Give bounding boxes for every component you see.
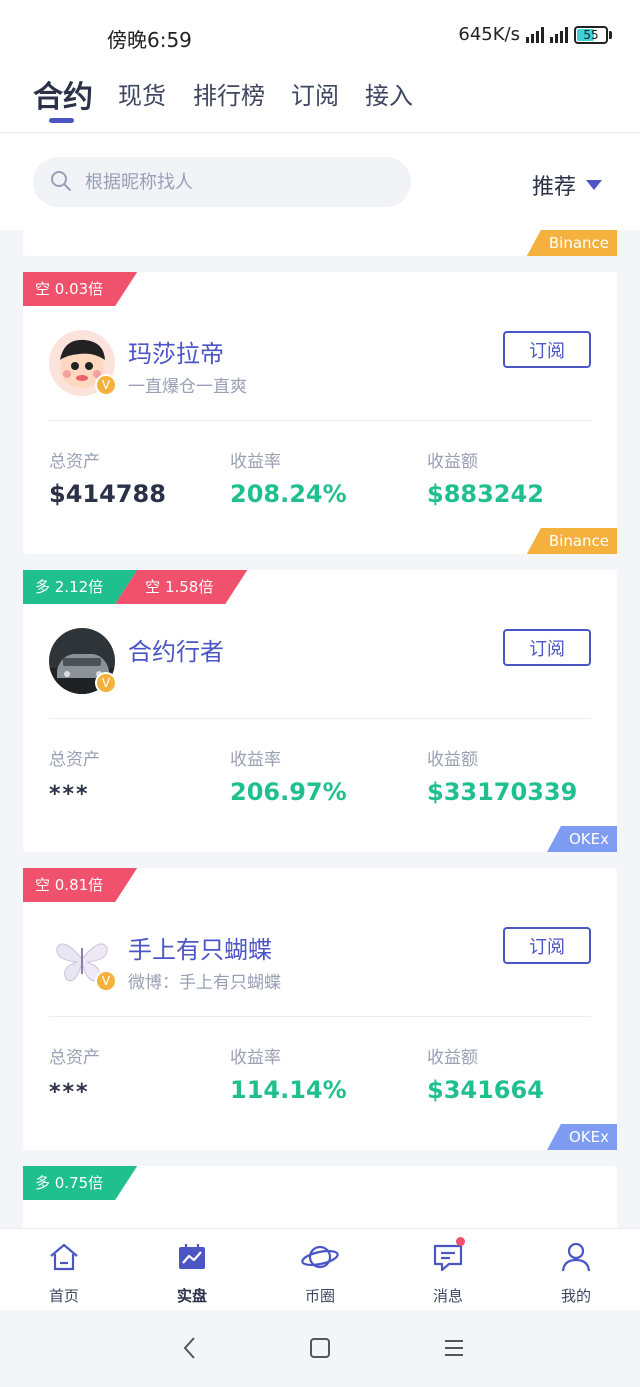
profit-label: 收益额 [427, 1048, 478, 1068]
position-badges: 多 0.75倍 [23, 1166, 137, 1200]
position-badges: 空 0.03倍 [23, 272, 137, 306]
subscribe-button[interactable]: 订阅 [503, 331, 591, 368]
trader-bio: 一直爆仓一直爽 [128, 377, 247, 397]
verified-icon: V [95, 672, 117, 694]
trader-list: Binance 空 0.03倍 V 玛莎拉帝 一直爆仓一直爽 订阅 总资产 收益… [0, 230, 640, 1228]
profit-value: $883242 [427, 480, 544, 508]
exchange-tag: OKEx [547, 1124, 617, 1150]
nav-live-label: 实盘 [176, 1287, 207, 1305]
nav-profile[interactable]: 我的 [536, 1239, 616, 1306]
return-rate-label: 收益率 [230, 1048, 281, 1068]
status-bar: 傍晚6:59 645K/s 55 [0, 0, 640, 70]
system-nav-bar [0, 1310, 640, 1387]
trader-card-partial: Binance [23, 230, 617, 256]
search-box[interactable] [33, 157, 411, 207]
back-icon[interactable] [180, 1334, 200, 1362]
subscribe-button[interactable]: 订阅 [503, 927, 591, 964]
total-assets-label: 总资产 [49, 1048, 100, 1068]
exchange-tag: Binance [526, 230, 617, 256]
short-badge: 空 0.03倍 [23, 272, 137, 306]
menu-icon[interactable] [443, 1334, 465, 1362]
trader-name[interactable]: 玛莎拉帝 [128, 334, 224, 369]
status-time: 傍晚6:59 [107, 28, 192, 52]
avatar[interactable]: V [49, 926, 117, 992]
tab-subscribe[interactable]: 订阅 [291, 76, 339, 111]
verified-icon: V [95, 970, 117, 992]
profit-value: $33170339 [427, 778, 578, 806]
divider [49, 420, 591, 421]
subscribe-button[interactable]: 订阅 [503, 629, 591, 666]
profit-value: $341664 [427, 1076, 544, 1104]
profit-label: 收益额 [427, 452, 478, 472]
trader-card[interactable]: 多 0.75倍 [23, 1166, 617, 1228]
signal-icon [526, 26, 544, 43]
divider [49, 718, 591, 719]
trader-name[interactable]: 合约行者 [128, 632, 224, 667]
home-icon [50, 1243, 78, 1271]
long-badge: 多 0.75倍 [23, 1166, 137, 1200]
total-assets-value: $414788 [49, 480, 166, 508]
profit-label: 收益额 [427, 750, 478, 770]
trader-bio: 微博：手上有只蝴蝶 [128, 973, 281, 993]
exchange-tag: OKEx [547, 826, 617, 852]
trader-card[interactable]: 空 0.03倍 V 玛莎拉帝 一直爆仓一直爽 订阅 总资产 收益率 收益额 $4… [23, 272, 617, 554]
return-rate-label: 收益率 [230, 452, 281, 472]
tab-spot[interactable]: 现货 [118, 76, 166, 111]
nav-live[interactable]: 实盘 [152, 1239, 232, 1306]
trader-card[interactable]: 空 0.81倍 V 手上有只蝴蝶 微博：手上有只蝴蝶 订阅 总资产 收益率 收益… [23, 868, 617, 1150]
home-square-icon[interactable] [309, 1334, 331, 1362]
trader-card[interactable]: 多 2.12倍 空 1.58倍 V 合约行者 订阅 总资产 收益率 收益额 **… [23, 570, 617, 852]
return-rate-label: 收益率 [230, 750, 281, 770]
verified-icon: V [95, 374, 117, 396]
position-badges: 多 2.12倍 空 1.58倍 [23, 570, 247, 604]
return-rate-value: 208.24% [230, 480, 347, 508]
caret-down-icon [586, 180, 602, 190]
short-badge: 空 1.58倍 [115, 570, 247, 604]
active-tab-indicator [49, 118, 74, 123]
planet-icon [301, 1245, 339, 1269]
position-badges: 空 0.81倍 [23, 868, 137, 902]
bottom-nav: 首页 实盘 币圈 消息 我的 [0, 1228, 640, 1310]
trader-name[interactable]: 手上有只蝴蝶 [128, 930, 272, 965]
search-input[interactable] [85, 157, 395, 207]
nav-home[interactable]: 首页 [24, 1239, 104, 1306]
nav-crypto-label: 币圈 [304, 1287, 335, 1305]
net-speed: 645K/s [458, 24, 520, 45]
total-assets-value: *** [49, 1080, 90, 1105]
sort-dropdown[interactable]: 推荐 [532, 169, 602, 201]
tab-leaderboard[interactable]: 排行榜 [193, 76, 265, 111]
short-badge: 空 0.81倍 [23, 868, 137, 902]
total-assets-label: 总资产 [49, 750, 100, 770]
nav-messages[interactable]: 消息 [408, 1237, 488, 1306]
chart-icon [179, 1244, 205, 1269]
return-rate-value: 114.14% [230, 1076, 347, 1104]
tab-connect[interactable]: 接入 [365, 76, 413, 111]
tab-contract[interactable]: 合约 [33, 72, 93, 116]
total-assets-value: *** [49, 782, 90, 807]
avatar[interactable]: V [49, 628, 117, 694]
divider [49, 1016, 591, 1017]
search-bar: 推荐 [0, 134, 640, 230]
nav-messages-label: 消息 [432, 1287, 463, 1305]
exchange-tag: Binance [526, 528, 617, 554]
status-right: 645K/s 55 [458, 24, 612, 45]
notification-dot [456, 1237, 465, 1246]
total-assets-label: 总资产 [49, 452, 100, 472]
return-rate-value: 206.97% [230, 778, 347, 806]
nav-profile-label: 我的 [560, 1287, 591, 1305]
profile-icon [561, 1242, 591, 1272]
battery-level: 55 [583, 27, 599, 42]
sort-label: 推荐 [531, 175, 576, 200]
nav-home-label: 首页 [48, 1287, 79, 1305]
top-tabs: 合约 现货 排行榜 订阅 接入 [0, 70, 640, 133]
battery-icon: 55 [574, 25, 612, 44]
nav-crypto[interactable]: 币圈 [280, 1239, 360, 1306]
avatar[interactable]: V [49, 330, 117, 396]
search-icon [51, 171, 71, 191]
signal-icon-2 [550, 26, 568, 43]
